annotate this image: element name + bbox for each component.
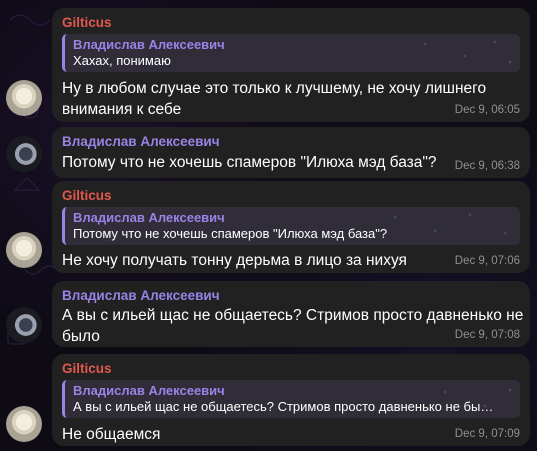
sender-name[interactable]: Gilticus — [62, 360, 520, 377]
message-bubble[interactable]: Gilticus Владислав Алексеевич Потому что… — [52, 181, 530, 273]
message-bubble[interactable]: Gilticus Владислав Алексеевич Хахах, пон… — [52, 8, 530, 122]
message-text: Потому что не хочешь спамеров "Илюха мэд… — [62, 154, 437, 171]
message-timestamp: Dec 9, 06:38 — [454, 160, 520, 172]
sender-name[interactable]: Gilticus — [62, 14, 520, 31]
message-timestamp: Dec 9, 07:09 — [454, 428, 520, 440]
message-bubble[interactable]: Владислав Алексеевич А вы с ильей щас не… — [52, 281, 530, 347]
reply-quote[interactable]: Владислав Алексеевич Потому что не хочеш… — [62, 207, 520, 245]
reply-quote[interactable]: Владислав Алексеевич А вы с ильей щас не… — [62, 380, 520, 418]
vladislav-avatar[interactable] — [6, 136, 42, 172]
reply-sender-name: Владислав Алексеевич — [73, 383, 225, 398]
reply-text: А вы с ильей щас не общаетесь? Стримов п… — [73, 399, 494, 414]
vladislav-avatar[interactable] — [6, 307, 42, 343]
message-timestamp: Dec 9, 07:08 — [454, 329, 520, 341]
gilticus-avatar[interactable] — [6, 406, 42, 442]
sender-name[interactable]: Владислав Алексеевич — [62, 287, 520, 304]
sender-name[interactable]: Владислав Алексеевич — [62, 133, 520, 150]
message-bubble[interactable]: Gilticus Владислав Алексеевич А вы с иль… — [52, 354, 530, 446]
sender-name[interactable]: Gilticus — [62, 187, 520, 204]
message-text: Не общаемся — [62, 426, 161, 443]
reply-sender-name: Владислав Алексеевич — [73, 37, 225, 52]
gilticus-avatar[interactable] — [6, 80, 42, 116]
message-bubble[interactable]: Владислав Алексеевич Потому что не хочеш… — [52, 127, 530, 178]
gilticus-avatar[interactable] — [6, 232, 42, 268]
message-timestamp: Dec 9, 07:06 — [454, 255, 520, 267]
reply-text: Хахах, понимаю — [73, 53, 171, 68]
reply-quote[interactable]: Владислав Алексеевич Хахах, понимаю — [62, 34, 520, 72]
reply-sender-name: Владислав Алексеевич — [73, 210, 225, 225]
message-text: Не хочу получать тонну дерьма в лицо за … — [62, 252, 407, 269]
message-timestamp: Dec 9, 06:05 — [454, 104, 520, 116]
reply-text: Потому что не хочешь спамеров "Илюха мэд… — [73, 226, 388, 241]
